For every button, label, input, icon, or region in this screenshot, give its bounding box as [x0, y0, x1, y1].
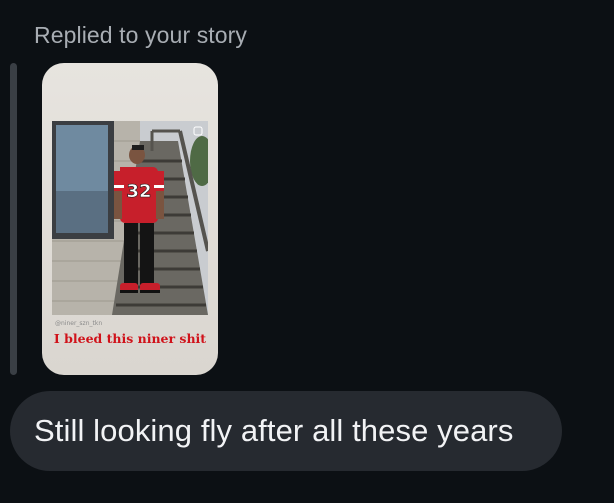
story-caption: I bleed this niner shit — [53, 331, 207, 346]
dm-thread: Replied to your story 32 @niner_szn_tkn … — [0, 0, 614, 503]
reply-indicator-bar — [10, 63, 17, 375]
story-handle: @niner_szn_tkn — [55, 320, 103, 327]
story-preview-card[interactable]: 32 @niner_szn_tkn I bleed this niner shi… — [42, 63, 218, 375]
message-bubble[interactable]: Still looking fly after all these years — [10, 391, 562, 471]
jersey-number: 32 — [126, 181, 151, 202]
story-photo: 32 — [52, 121, 208, 315]
replied-to-story-label: Replied to your story — [34, 22, 248, 48]
message-text: Still looking fly after all these years — [34, 413, 514, 448]
